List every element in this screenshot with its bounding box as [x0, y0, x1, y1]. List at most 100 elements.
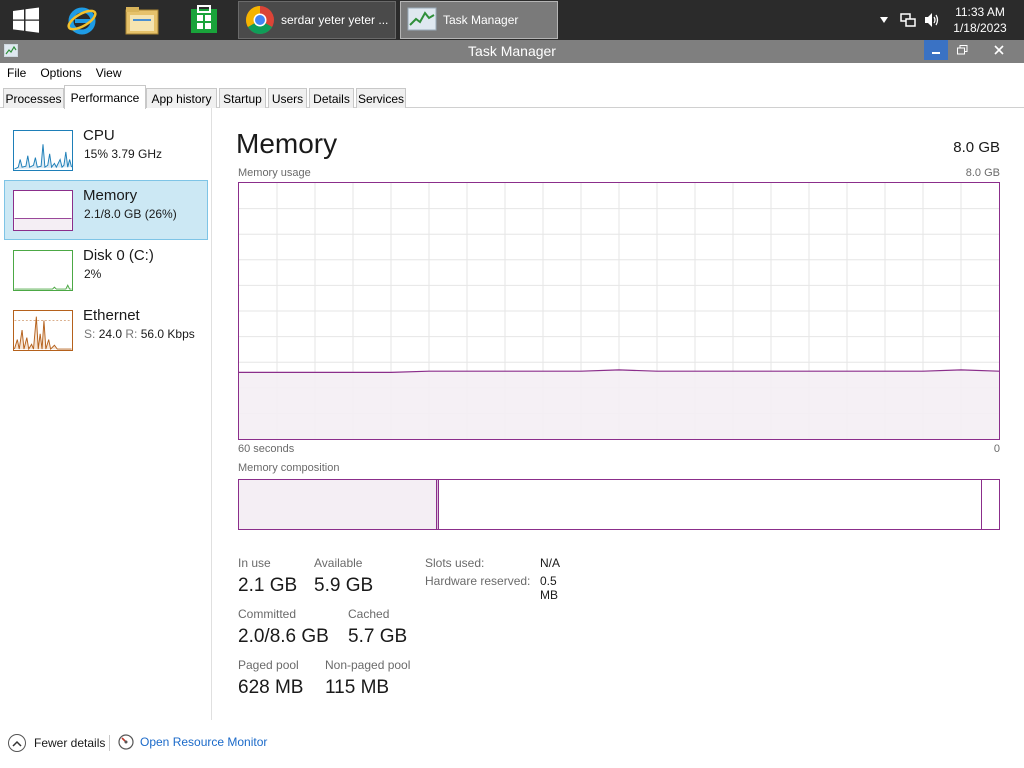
stat-cached: Cached 5.7 GB [348, 607, 407, 648]
open-resource-monitor-label: Open Resource Monitor [140, 735, 268, 749]
taskbar-task-manager-label: Task Manager [443, 13, 519, 27]
resource-sidebar: CPU 15% 3.79 GHz Memory 2.1/8.0 GB (26%)… [0, 108, 212, 720]
menu-file[interactable]: File [0, 66, 33, 80]
tab-details[interactable]: Details [309, 88, 354, 108]
composition-free-segment [982, 480, 999, 529]
window-title: Task Manager [468, 43, 556, 59]
network-icon[interactable] [896, 0, 920, 40]
stat-committed: Committed 2.0/8.6 GB [238, 607, 329, 648]
non-paged-pool-label: Non-paged pool [325, 658, 411, 672]
memory-usage-area [239, 369, 999, 439]
cached-value: 5.7 GB [348, 626, 408, 647]
close-icon [994, 45, 1004, 55]
hardware-reserved-label: Hardware reserved: [425, 574, 531, 588]
cpu-thumbnail-graph [13, 130, 73, 171]
clock[interactable]: 11:33 AM 1/18/2023 [944, 4, 1016, 36]
sidebar-cpu-name: CPU [83, 127, 115, 144]
file-explorer-icon[interactable] [116, 0, 168, 40]
hardware-reserved-value: 0.5 MB [540, 574, 558, 602]
ethernet-receive-label: R: [125, 327, 138, 341]
sidebar-cpu-detail: 15% 3.79 GHz [84, 147, 163, 161]
task-manager-icon [407, 7, 437, 31]
memory-composition-bar [238, 479, 1000, 530]
stat-in-use: In use 2.1 GB [238, 556, 297, 597]
start-button[interactable] [0, 0, 52, 40]
memory-usage-max: 8.0 GB [965, 167, 1000, 179]
non-paged-pool-value: 115 MB [325, 677, 390, 698]
composition-standby-segment [439, 480, 982, 529]
minimize-button[interactable] [924, 40, 948, 60]
paged-pool-label: Paged pool [238, 658, 299, 672]
store-icon[interactable] [178, 0, 230, 40]
time-end-label: 0 [993, 443, 1000, 455]
ethernet-send-value: 24.0 [98, 327, 123, 341]
in-use-label: In use [238, 556, 271, 570]
footer-divider [109, 735, 110, 751]
open-resource-monitor-link[interactable]: Open Resource Monitor [118, 734, 267, 750]
sidebar-ethernet-detail: S: 24.0 R: 56.0 Kbps [84, 327, 195, 341]
minimize-icon [932, 52, 940, 54]
tab-strip: Processes Performance App history Startu… [0, 84, 1024, 109]
time-span-label: 60 seconds [238, 443, 295, 455]
volume-icon[interactable] [920, 0, 944, 40]
cached-label: Cached [348, 607, 390, 621]
ethernet-send-label: S: [84, 327, 96, 341]
disk-thumbnail-graph [13, 250, 73, 291]
memory-panel: Memory 8.0 GB Memory usage 8.0 GB 60 sec… [212, 108, 1024, 720]
memory-usage-label: Memory usage [238, 167, 311, 179]
menu-view[interactable]: View [89, 66, 129, 80]
hardware-reserved-row: Hardware reserved: 0.5 MB [425, 574, 558, 602]
chevron-up-icon [8, 734, 26, 752]
fewer-details-button[interactable]: Fewer details [8, 734, 105, 752]
composition-in-use-segment [239, 480, 437, 529]
close-button[interactable] [976, 40, 1022, 60]
desktop: serdar yeter yeter ... Task Manager 11:3… [0, 0, 1024, 768]
tab-processes[interactable]: Processes [3, 88, 64, 108]
sidebar-disk-name: Disk 0 (C:) [83, 247, 154, 264]
tab-performance[interactable]: Performance [64, 85, 146, 109]
available-label: Available [314, 556, 363, 570]
committed-label: Committed [238, 607, 297, 621]
ethernet-receive-value: 56.0 Kbps [140, 327, 195, 341]
clock-time: 11:33 AM [955, 5, 1005, 19]
show-hidden-icons-icon[interactable] [872, 0, 896, 40]
clock-date: 1/18/2023 [953, 21, 1007, 35]
sidebar-memory-detail: 2.1/8.0 GB (26%) [84, 207, 177, 221]
chrome-icon [246, 6, 274, 34]
sidebar-item-memory[interactable]: Memory 2.1/8.0 GB (26%) [4, 180, 208, 240]
sidebar-memory-name: Memory [83, 187, 138, 204]
restore-button[interactable] [949, 40, 975, 60]
sidebar-item-ethernet[interactable]: Ethernet S: 24.0 R: 56.0 Kbps [4, 300, 208, 360]
ethernet-thumbnail-graph [13, 310, 73, 351]
page-title: Memory [236, 128, 338, 159]
title-bar[interactable]: Task Manager [0, 40, 1024, 63]
sidebar-item-disk[interactable]: Disk 0 (C:) 2% [4, 240, 208, 300]
tab-users[interactable]: Users [268, 88, 307, 108]
memory-composition-label: Memory composition [238, 462, 340, 474]
fewer-details-label: Fewer details [34, 736, 106, 750]
taskbar-chrome-button[interactable]: serdar yeter yeter ... [238, 1, 396, 39]
restore-icon [956, 45, 967, 55]
taskbar: serdar yeter yeter ... Task Manager 11:3… [0, 0, 1024, 40]
memory-total: 8.0 GB [953, 139, 1000, 156]
stat-non-paged-pool: Non-paged pool 115 MB [325, 658, 410, 699]
tab-app-history[interactable]: App history [146, 88, 217, 108]
internet-explorer-icon[interactable] [56, 0, 108, 40]
sidebar-item-cpu[interactable]: CPU 15% 3.79 GHz [4, 120, 208, 180]
committed-value: 2.0/8.6 GB [238, 626, 329, 647]
tab-startup[interactable]: Startup [219, 88, 266, 108]
system-tray: 11:33 AM 1/18/2023 [872, 0, 1024, 40]
taskbar-task-manager-button[interactable]: Task Manager [400, 1, 558, 39]
sidebar-disk-detail: 2% [84, 267, 102, 281]
stat-available: Available 5.9 GB [314, 556, 373, 597]
stat-paged-pool: Paged pool 628 MB [238, 658, 303, 699]
menu-options[interactable]: Options [33, 66, 88, 80]
slots-used-row: Slots used: N/A [425, 556, 560, 570]
sidebar-ethernet-name: Ethernet [83, 307, 140, 324]
paged-pool-value: 628 MB [238, 677, 304, 698]
windows-logo-icon [13, 7, 39, 33]
tab-services[interactable]: Services [356, 88, 406, 108]
footer: Fewer details Open Resource Monitor [0, 720, 1024, 768]
resource-monitor-icon [118, 734, 134, 750]
available-value: 5.9 GB [314, 575, 374, 596]
